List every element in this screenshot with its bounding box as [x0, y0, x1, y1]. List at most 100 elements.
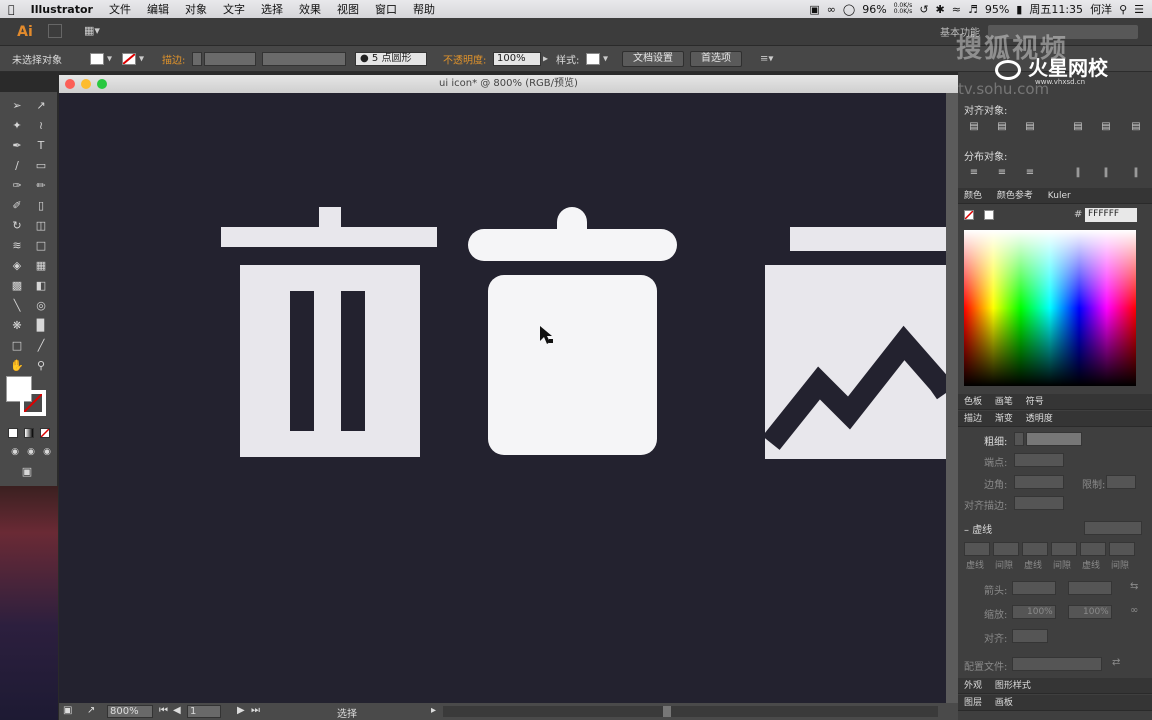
last-artboard-icon[interactable]: ⏭ — [251, 705, 260, 716]
slice-tool-icon[interactable]: ╱ — [32, 338, 50, 354]
color-white-swatch[interactable] — [984, 210, 994, 220]
perspective-grid-tool-icon[interactable]: ▦ — [32, 258, 50, 274]
corner-buttons[interactable] — [1014, 475, 1064, 489]
zoom-level-field[interactable]: 800% — [107, 705, 153, 718]
tab-swatches[interactable]: 色板 — [964, 397, 982, 407]
profile-dropdown[interactable] — [1012, 657, 1102, 671]
menu-window[interactable]: 窗口 — [367, 1, 405, 17]
fill-dropdown-icon[interactable]: ▾ — [107, 53, 112, 64]
clock[interactable]: 周五11:35 — [1029, 1, 1083, 17]
close-window-button[interactable] — [65, 79, 75, 89]
variable-width-field[interactable] — [262, 51, 346, 66]
vertical-scrollbar[interactable] — [946, 93, 958, 703]
gradient-tool-icon[interactable]: ◧ — [32, 278, 50, 294]
apple-icon[interactable]:  — [0, 3, 23, 16]
rotate-tool-icon[interactable]: ↻ — [8, 218, 26, 234]
column-graph-tool-icon[interactable]: ▉ — [32, 318, 50, 334]
limit-input[interactable] — [1106, 475, 1136, 489]
preferences-button[interactable]: 首选项 — [690, 50, 742, 67]
style-dropdown-icon[interactable]: ▾ — [603, 53, 608, 64]
zoom-tool-icon[interactable]: ⚲ — [32, 358, 50, 374]
menu-file[interactable]: 文件 — [101, 1, 139, 17]
none-mode-button[interactable] — [40, 428, 50, 438]
hand-tool-icon[interactable]: ✋ — [8, 358, 26, 374]
menu-edit[interactable]: 编辑 — [139, 1, 177, 17]
dash-input-2[interactable] — [1022, 542, 1048, 556]
color-spectrum[interactable] — [964, 230, 1136, 386]
align-center-h-icon[interactable]: ▤ — [996, 121, 1008, 133]
brush-dropdown[interactable]: ● 5 点圆形 — [355, 51, 427, 66]
time-machine-icon[interactable]: ↺ — [919, 3, 928, 16]
artboard-tool-icon[interactable]: □ — [8, 338, 26, 354]
menu-app-name[interactable]: Illustrator — [23, 3, 101, 16]
cap-buttons[interactable] — [1014, 453, 1064, 467]
align-right-icon[interactable]: ▤ — [1024, 121, 1036, 133]
stroke-weight-field[interactable] — [204, 51, 256, 66]
scale-tool-icon[interactable]: ◫ — [32, 218, 50, 234]
artboard-number-field[interactable]: 1 — [187, 705, 221, 718]
first-artboard-icon[interactable]: ⏮ — [159, 705, 168, 716]
line-tool-icon[interactable]: ∕ — [8, 158, 26, 174]
width-tool-icon[interactable]: ≋ — [8, 238, 26, 254]
menu-help[interactable]: 帮助 — [405, 1, 443, 17]
tab-appearance[interactable]: 外观 — [964, 681, 982, 691]
hex-input[interactable]: FFFFFF — [1085, 208, 1137, 222]
menu-select[interactable]: 选择 — [253, 1, 291, 17]
distribute-left-icon[interactable]: ‖ — [1072, 167, 1084, 179]
dash-alignment-buttons[interactable] — [1084, 521, 1142, 535]
horizontal-scrollbar[interactable] — [443, 706, 938, 717]
distribute-top-icon[interactable]: ≡ — [968, 167, 980, 179]
document-settings-button[interactable]: 文档设置 — [622, 50, 684, 67]
tab-graphic-styles[interactable]: 图形样式 — [995, 681, 1031, 691]
blob-brush-tool-icon[interactable]: ✐ — [8, 198, 26, 214]
arrow-end-scale-input[interactable]: 100% — [1068, 605, 1112, 619]
arrow-start-scale-input[interactable]: 100% — [1012, 605, 1056, 619]
tab-gradient[interactable]: 渐变 — [995, 414, 1013, 424]
stroke-dropdown-icon[interactable]: ▾ — [139, 53, 144, 64]
next-artboard-icon[interactable]: ▶ — [237, 705, 245, 716]
stroke-swatch[interactable] — [122, 52, 136, 65]
selection-tool-icon[interactable]: ➢ — [8, 98, 26, 114]
bridge-icon[interactable] — [48, 24, 62, 38]
tab-transparency[interactable]: 透明度 — [1026, 414, 1053, 424]
weight-input[interactable] — [1026, 432, 1082, 446]
magic-wand-tool-icon[interactable]: ✦ — [8, 118, 26, 134]
minimize-window-button[interactable] — [81, 79, 91, 89]
opacity-label[interactable]: 不透明度: — [443, 51, 486, 66]
align-center-v-icon[interactable]: ▤ — [1100, 121, 1112, 133]
opacity-arrow-icon[interactable]: ▸ — [543, 53, 548, 64]
blend-tool-icon[interactable]: ◎ — [32, 298, 50, 314]
gap-input-3[interactable] — [1109, 542, 1135, 556]
gap-input-1[interactable] — [993, 542, 1019, 556]
status-menu-arrow-icon[interactable]: ▸ — [431, 705, 436, 716]
wifi-icon[interactable]: ≈ — [952, 3, 961, 16]
tab-artboards[interactable]: 画板 — [995, 698, 1013, 708]
volume-icon[interactable]: ♬ — [968, 3, 978, 16]
symbol-sprayer-tool-icon[interactable]: ❋ — [8, 318, 26, 334]
notification-icon[interactable]: ☰ — [1134, 3, 1144, 16]
eraser-tool-icon[interactable]: ▯ — [32, 198, 50, 214]
draw-inside-icon[interactable]: ◉ — [38, 444, 56, 460]
tab-kuler[interactable]: Kuler — [1048, 191, 1071, 201]
style-swatch[interactable] — [586, 52, 600, 65]
color-none-swatch[interactable] — [964, 210, 974, 220]
distribute-center-h-icon[interactable]: ‖ — [1100, 167, 1112, 179]
align-stroke-buttons[interactable] — [1014, 496, 1064, 510]
artboard-canvas[interactable] — [59, 93, 946, 703]
tab-brushes[interactable]: 画笔 — [995, 397, 1013, 407]
menu-object[interactable]: 对象 — [177, 1, 215, 17]
tab-color-guide[interactable]: 颜色参考 — [997, 191, 1033, 201]
zoom-window-button[interactable] — [97, 79, 107, 89]
camera-icon[interactable]: ▣ — [809, 3, 819, 16]
status-bar-icon[interactable]: ▣ — [63, 705, 72, 716]
tab-symbols[interactable]: 符号 — [1026, 397, 1044, 407]
tab-color[interactable]: 颜色 — [964, 191, 982, 201]
stroke-stepper[interactable] — [192, 51, 202, 66]
distribute-bottom-icon[interactable]: ≡ — [1024, 167, 1036, 179]
pen-tool-icon[interactable]: ✒ — [8, 138, 26, 154]
mesh-tool-icon[interactable]: ▩ — [8, 278, 26, 294]
weight-stepper[interactable] — [1014, 432, 1024, 446]
dash-input-1[interactable] — [964, 542, 990, 556]
export-icon[interactable]: ↗ — [87, 705, 95, 716]
menu-effect[interactable]: 效果 — [291, 1, 329, 17]
